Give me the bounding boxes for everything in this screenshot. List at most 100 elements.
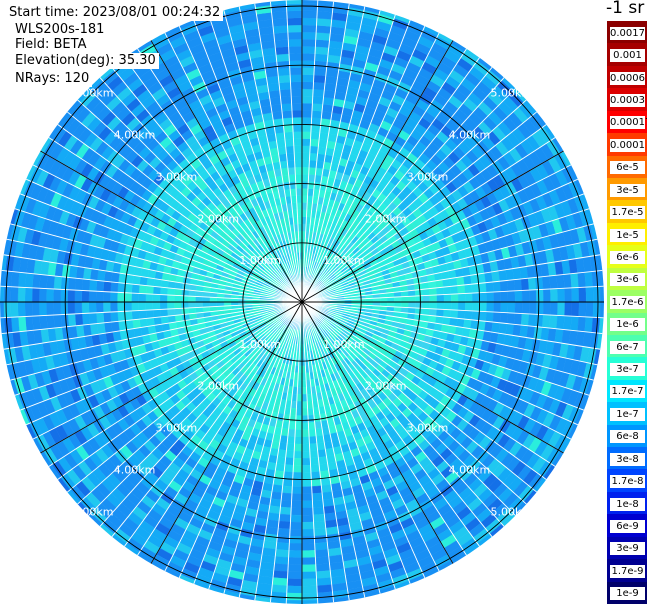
data-cell <box>450 285 459 295</box>
data-cell <box>566 440 581 459</box>
data-cell <box>600 349 604 366</box>
data-cell <box>152 309 161 318</box>
data-cell <box>457 293 466 303</box>
data-cell <box>290 514 303 523</box>
data-cell <box>312 81 326 91</box>
data-cell <box>89 312 98 325</box>
data-cell <box>18 316 27 332</box>
data-cell <box>301 564 317 573</box>
data-cell <box>117 292 125 303</box>
data-cell <box>542 314 551 329</box>
data-cell <box>301 472 312 480</box>
data-cell <box>314 60 328 70</box>
data-cell <box>500 301 509 313</box>
data-cell <box>440 23 459 38</box>
data-cell <box>301 166 310 175</box>
data-cell <box>570 272 579 289</box>
data-cell <box>0 381 12 399</box>
data-cell <box>464 284 473 294</box>
data-cell <box>60 314 70 328</box>
data-cell <box>39 301 47 316</box>
data-cell <box>188 301 196 309</box>
data-cell <box>301 124 312 132</box>
data-cell <box>499 312 508 324</box>
data-cell <box>584 271 594 288</box>
data-cell <box>564 287 573 303</box>
data-cell <box>24 301 33 317</box>
data-cell <box>301 401 308 409</box>
data-cell <box>81 312 91 326</box>
data-cell <box>349 600 366 604</box>
data-cell <box>285 599 303 604</box>
data-cell <box>571 287 580 303</box>
data-cell <box>238 600 255 604</box>
data-cell <box>271 584 288 594</box>
data-cell <box>557 288 565 303</box>
data-cell <box>301 145 311 154</box>
data-cell <box>2 365 8 382</box>
data-cell <box>365 597 384 604</box>
data-cell <box>585 286 594 303</box>
data-cell <box>272 577 288 586</box>
data-cell <box>471 283 480 294</box>
data-cell <box>450 301 459 311</box>
data-cell <box>301 465 312 473</box>
data-cell <box>286 592 303 601</box>
data-cell <box>301 599 319 604</box>
data-cell <box>202 301 210 308</box>
data-cell <box>581 411 595 430</box>
data-cell <box>311 110 323 119</box>
data-cell <box>479 292 487 303</box>
data-cell <box>301 0 319 5</box>
data-cell <box>96 312 105 324</box>
data-cell <box>308 429 317 437</box>
data-cell <box>301 95 313 104</box>
data-cell <box>493 301 502 313</box>
data-cell <box>394 296 402 303</box>
data-cell <box>220 597 239 604</box>
data-cell <box>0 349 4 366</box>
data-cell <box>301 408 309 416</box>
data-cell <box>549 314 558 329</box>
data-cell <box>492 311 501 323</box>
data-cell <box>534 314 544 328</box>
data-cell <box>285 450 295 459</box>
data-cell <box>301 585 318 594</box>
data-cell <box>465 292 473 303</box>
data-cell <box>131 284 140 294</box>
data-cell <box>60 301 69 315</box>
data-cell <box>2 222 8 239</box>
data-cell <box>145 293 154 303</box>
data-cell <box>301 74 315 83</box>
data-cell <box>166 294 175 303</box>
data-cell <box>110 301 118 313</box>
data-cell <box>311 103 323 112</box>
data-cell <box>95 301 104 313</box>
data-cell <box>311 478 322 487</box>
data-cell <box>270 591 287 601</box>
data-cell <box>484 321 493 333</box>
data-cell <box>534 276 544 290</box>
data-cell <box>10 286 19 303</box>
data-cell <box>301 17 318 26</box>
data-cell <box>310 471 321 480</box>
data-cell <box>301 479 312 487</box>
data-cell <box>301 592 318 601</box>
data-cell <box>111 271 120 283</box>
data-cell <box>316 577 332 586</box>
data-cell <box>145 566 164 581</box>
data-cell <box>291 500 303 509</box>
data-cell <box>301 571 317 580</box>
data-cell <box>301 53 316 61</box>
data-cell <box>317 591 334 601</box>
data-cell <box>312 96 324 105</box>
data-cell <box>310 131 320 140</box>
data-cell <box>301 131 312 139</box>
data-cell <box>443 286 452 295</box>
data-cell <box>301 521 315 530</box>
data-cell <box>578 301 587 318</box>
data-cell <box>592 301 601 318</box>
data-cell <box>39 315 48 330</box>
data-cell <box>550 288 558 303</box>
data-cell <box>39 288 47 303</box>
